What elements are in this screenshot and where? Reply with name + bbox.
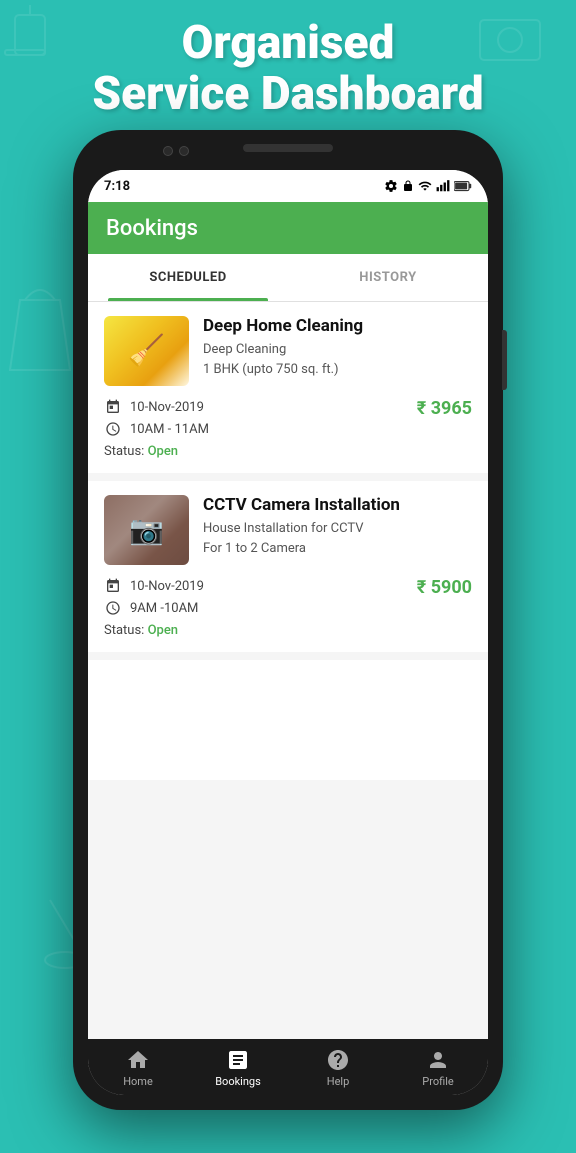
- booking-info-1: Deep Home Cleaning Deep Cleaning 1 BHK (…: [203, 316, 472, 386]
- booking-price-1: ₹ 3965: [417, 398, 472, 419]
- nav-label-profile: Profile: [422, 1075, 453, 1088]
- date-row-2: 10-Nov-2019: [104, 577, 204, 595]
- phone-camera-right: [179, 146, 189, 156]
- time-row-2: 9AM -10AM: [104, 599, 204, 617]
- phone-speaker: [243, 144, 333, 152]
- booking-sub-2: House Installation for CCTV For 1 to 2 C…: [203, 519, 472, 558]
- bookings-icon: [225, 1047, 251, 1073]
- booking-time-2: 9AM -10AM: [130, 601, 198, 616]
- booking-info-2: CCTV Camera Installation House Installat…: [203, 495, 472, 565]
- booking-time-1: 10AM - 11AM: [130, 422, 209, 437]
- booking-status-2: Status: Open: [104, 623, 472, 638]
- calendar-icon-1: [104, 398, 122, 416]
- nav-item-bookings[interactable]: Bookings: [188, 1039, 288, 1095]
- cleaning-thumbnail: [104, 316, 189, 386]
- header-line2: Service Dashboard: [0, 69, 576, 120]
- empty-area: [88, 660, 488, 780]
- date-row-1: 10-Nov-2019: [104, 398, 209, 416]
- nav-item-home[interactable]: Home: [88, 1039, 188, 1095]
- phone-side-button: [502, 330, 507, 390]
- booking-meta-1: 10-Nov-2019 10AM - 11AM: [104, 398, 209, 438]
- signal-icon: [436, 179, 450, 193]
- help-icon: [325, 1047, 351, 1073]
- phone-frame: 7:18: [73, 130, 503, 1110]
- booking-meta-2: 10-Nov-2019 9AM -10AM: [104, 577, 204, 617]
- battery-icon: [454, 179, 472, 193]
- app-bar: Bookings: [88, 202, 488, 254]
- booking-top-2: CCTV Camera Installation House Installat…: [104, 495, 472, 565]
- cctv-thumbnail: [104, 495, 189, 565]
- nav-item-profile[interactable]: Profile: [388, 1039, 488, 1095]
- nav-label-help: Help: [327, 1075, 350, 1088]
- booking-details-2: 10-Nov-2019 9AM -10AM ₹ 5900: [104, 577, 472, 617]
- booking-date-1: 10-Nov-2019: [130, 400, 204, 415]
- clock-icon-2: [104, 599, 122, 617]
- phone-screen: 7:18: [88, 170, 488, 1095]
- booking-details-1: 10-Nov-2019 10AM - 11AM ₹ 3965: [104, 398, 472, 438]
- app-bar-title: Bookings: [106, 216, 198, 241]
- wifi-icon: [418, 179, 432, 193]
- home-icon: [125, 1047, 151, 1073]
- booking-image-cleaning: [104, 316, 189, 386]
- booking-price-2: ₹ 5900: [417, 577, 472, 598]
- header-line1: Organised: [0, 18, 576, 69]
- booking-card-1[interactable]: Deep Home Cleaning Deep Cleaning 1 BHK (…: [88, 302, 488, 473]
- booking-image-cctv: [104, 495, 189, 565]
- booking-top-1: Deep Home Cleaning Deep Cleaning 1 BHK (…: [104, 316, 472, 386]
- profile-icon: [425, 1047, 451, 1073]
- booking-title-2: CCTV Camera Installation: [203, 495, 472, 515]
- tab-history[interactable]: HISTORY: [288, 254, 488, 301]
- nav-label-bookings: Bookings: [215, 1075, 261, 1088]
- status-icons: [384, 179, 472, 193]
- gear-icon: [384, 179, 398, 193]
- clock-icon-1: [104, 420, 122, 438]
- nav-item-help[interactable]: Help: [288, 1039, 388, 1095]
- bottom-nav: Home Bookings Help: [88, 1039, 488, 1095]
- bookings-list: Deep Home Cleaning Deep Cleaning 1 BHK (…: [88, 302, 488, 1039]
- booking-sub-1: Deep Cleaning 1 BHK (upto 750 sq. ft.): [203, 340, 472, 379]
- booking-date-2: 10-Nov-2019: [130, 579, 204, 594]
- calendar-icon-2: [104, 577, 122, 595]
- nav-label-home: Home: [123, 1075, 153, 1088]
- page-header: Organised Service Dashboard: [0, 18, 576, 119]
- booking-status-1: Status: Open: [104, 444, 472, 459]
- status-time: 7:18: [104, 179, 130, 194]
- booking-title-1: Deep Home Cleaning: [203, 316, 472, 336]
- booking-status-value-1: Open: [148, 444, 178, 459]
- time-row-1: 10AM - 11AM: [104, 420, 209, 438]
- status-bar: 7:18: [88, 170, 488, 202]
- booking-card-2[interactable]: CCTV Camera Installation House Installat…: [88, 481, 488, 652]
- booking-status-value-2: Open: [148, 623, 178, 638]
- lock-icon: [402, 179, 414, 193]
- phone-camera-left: [163, 146, 173, 156]
- tab-bar: SCHEDULED HISTORY: [88, 254, 488, 302]
- tab-scheduled[interactable]: SCHEDULED: [88, 254, 288, 301]
